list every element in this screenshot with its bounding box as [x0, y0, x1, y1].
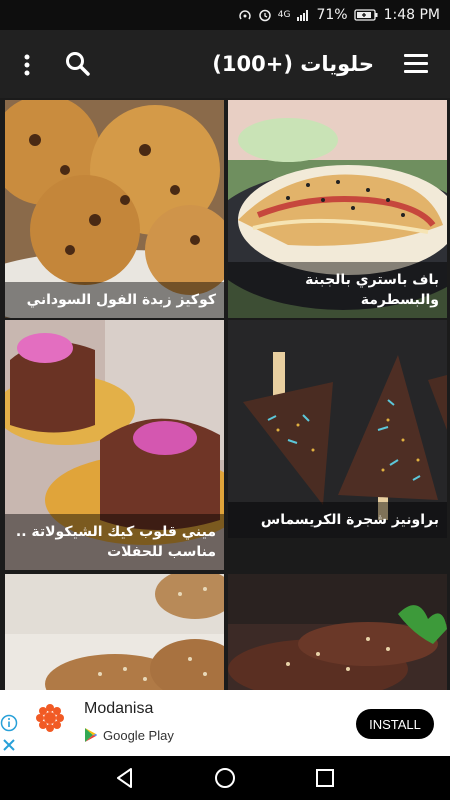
recipe-grid: باف باستري بالجبنة والبسطرمة كوكيز زبدة …: [0, 98, 450, 690]
recipe-image: [228, 574, 447, 690]
modanisa-logo-icon: [36, 704, 64, 732]
search-button[interactable]: [64, 50, 92, 78]
more-options-button[interactable]: [18, 52, 36, 78]
battery-icon: [353, 9, 378, 21]
recipe-card[interactable]: كوكيز زبدة الفول السوداني: [5, 100, 224, 318]
network-type: 4G: [277, 10, 291, 20]
ad-info-icon[interactable]: [0, 714, 18, 732]
alarm-icon: [259, 9, 271, 22]
recipe-title: باف باستري بالجبنة والبسطرمة: [228, 262, 447, 318]
recipe-title: براونيز شجرة الكريسماس: [228, 502, 447, 538]
status-bar: 4G 71% 1:48 PM: [0, 0, 450, 30]
hamburger-icon-line: [404, 62, 428, 65]
app-bar: حلويات (+100): [0, 30, 450, 98]
hotspot-icon: [239, 10, 251, 20]
recipe-card[interactable]: براونيز شجرة الكريسماس: [228, 320, 447, 538]
recipe-title: كوكيز زبدة الفول السوداني: [5, 282, 224, 318]
recipe-image: [5, 574, 224, 690]
menu-button[interactable]: [404, 54, 430, 74]
home-icon[interactable]: [213, 766, 237, 790]
ad-close-icon[interactable]: [0, 736, 18, 754]
install-button[interactable]: INSTALL: [356, 709, 434, 739]
recipe-card[interactable]: [228, 574, 447, 690]
battery-percent: 71%: [316, 7, 348, 23]
hamburger-icon-line: [404, 54, 428, 57]
recipe-title: ميني قلوب كيك الشيكولاتة .. مناسب للحفلا…: [5, 514, 224, 570]
ad-banner[interactable]: Modanisa Google Play INSTALL: [0, 690, 450, 756]
search-icon: [66, 52, 90, 76]
clock: 1:48 PM: [383, 7, 440, 23]
back-icon[interactable]: [113, 766, 137, 790]
store-label: Google Play: [84, 727, 174, 743]
recipe-card[interactable]: ميني قلوب كيك الشيكولاتة .. مناسب للحفلا…: [5, 320, 224, 570]
advertiser-logo: [30, 698, 70, 738]
signal-icon: [297, 10, 309, 21]
recents-icon[interactable]: [313, 766, 337, 790]
advertiser-name: Modanisa: [84, 700, 154, 717]
hamburger-icon-line: [404, 70, 428, 73]
more-vert-icon: [24, 54, 30, 76]
page-title: حلويات (+100): [212, 52, 374, 76]
google-play-icon: [85, 728, 97, 742]
store-name: Google Play: [103, 727, 174, 743]
recipe-card[interactable]: باف باستري بالجبنة والبسطرمة: [228, 100, 447, 318]
recipe-card[interactable]: [5, 574, 224, 690]
navigation-bar: [0, 756, 450, 800]
